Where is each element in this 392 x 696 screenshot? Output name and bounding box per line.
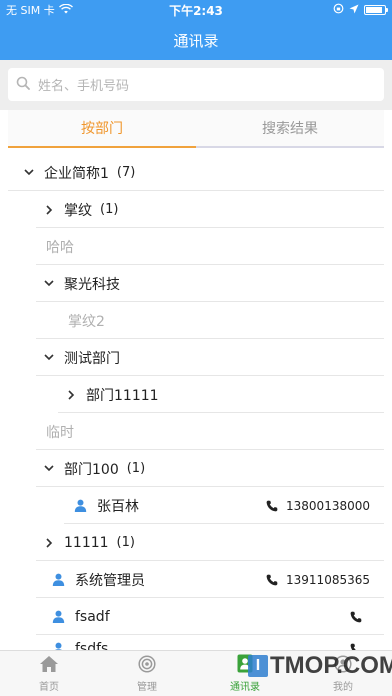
bottom-tab-label: 管理 [137, 681, 157, 693]
phone-icon [266, 500, 278, 511]
status-bar: 无 SIM 卡 下午2:43 [0, 0, 392, 20]
tree-item-label: 部门11111 [86, 387, 159, 404]
search-area: 姓名、手机号码 [0, 60, 392, 110]
status-left: 无 SIM 卡 [6, 2, 73, 18]
tab-search-results[interactable]: 搜索结果 [196, 110, 384, 148]
chevron-down-icon [42, 465, 56, 472]
tree-item-zhangwen2[interactable]: 掌纹2 [8, 302, 384, 339]
contact-name: fsdfs [75, 640, 109, 651]
person-icon [52, 573, 65, 586]
chevron-right-icon [42, 204, 56, 215]
contact-phone[interactable]: 13911085365 [266, 573, 370, 587]
tree-item-11111[interactable]: 11111 (1) [8, 524, 384, 561]
tree-item-label: 企业简称1 [44, 165, 109, 182]
tree-item-zhangwen[interactable]: 掌纹 (1) [8, 191, 384, 228]
contact-phone-number: 13800138000 [286, 498, 370, 513]
tree-item-test-dept[interactable]: 测试部门 [8, 339, 384, 376]
tree-item-label: 测试部门 [64, 350, 120, 367]
battery-icon [364, 5, 388, 15]
bottom-tab-manage[interactable]: 管理 [98, 651, 196, 696]
tree-item-label: 临时 [46, 424, 74, 441]
search-placeholder: 姓名、手机号码 [38, 79, 130, 94]
chevron-down-icon [42, 280, 56, 287]
chevron-down-icon [22, 169, 36, 176]
search-icon [16, 76, 38, 94]
contact-row-zhangbailin[interactable]: 张百林 13800138000 [8, 487, 384, 524]
location-icon [349, 4, 359, 17]
tree-item-count: (1) [116, 535, 135, 550]
tree-item-label: 部门100 [64, 461, 119, 478]
home-icon [39, 655, 59, 676]
tree-item-label: 哈哈 [46, 239, 74, 256]
tree-item-juguang[interactable]: 聚光科技 [8, 265, 384, 302]
person-icon [52, 610, 65, 623]
phone-icon [350, 643, 361, 650]
tree-item-count: (1) [100, 202, 119, 217]
tree-item-count: (1) [126, 461, 146, 476]
contact-row-admin[interactable]: 系统管理员 13911085365 [8, 561, 384, 598]
contact-name: fsadf [75, 608, 110, 625]
target-icon [138, 654, 156, 676]
watermark-text: TMOP.COM [270, 652, 392, 679]
chevron-right-icon [42, 537, 56, 548]
tree-item-label: 掌纹2 [68, 313, 105, 330]
tree-item-label: 11111 [64, 534, 109, 551]
bottom-tab-label: 首页 [39, 681, 59, 693]
watermark-logo: I TMOP.COM [248, 652, 392, 680]
tree-item-company[interactable]: 企业简称1 (7) [8, 154, 384, 191]
bottom-tab-home[interactable]: 首页 [0, 651, 98, 696]
tree-item-count: (7) [116, 165, 136, 180]
contact-row-fsdfs[interactable]: fsdfs [8, 630, 384, 650]
department-tree: 企业简称1 (7) 掌纹 (1) 哈哈 聚光科技 掌纹2 测试部门 部门1111… [8, 148, 384, 650]
search-input[interactable]: 姓名、手机号码 [8, 68, 384, 101]
page-title: 通讯录 [173, 31, 219, 50]
status-right [333, 3, 388, 17]
contact-phone-number: 13911085365 [286, 572, 370, 587]
chevron-down-icon [42, 354, 56, 361]
contact-phone[interactable]: 13800138000 [266, 499, 370, 513]
tree-item-temp[interactable]: 临时 [8, 413, 384, 450]
bottom-tab-label: 通讯录 [230, 682, 260, 693]
person-icon [74, 499, 87, 512]
contact-phone[interactable] [350, 643, 370, 650]
tree-item-dept11111[interactable]: 部门11111 [8, 376, 384, 413]
tab-bar: 按部门 搜索结果 [8, 110, 384, 148]
carrier-text: 无 SIM 卡 [6, 4, 55, 17]
tree-item-label: 掌纹 [64, 202, 92, 219]
wifi-icon [58, 3, 73, 17]
contact-name: 张百林 [97, 498, 139, 515]
tree-item-label: 聚光科技 [64, 276, 120, 293]
person-icon [52, 642, 65, 650]
tab-by-department[interactable]: 按部门 [8, 110, 196, 148]
tree-item-haha[interactable]: 哈哈 [8, 228, 384, 265]
tree-item-dept100[interactable]: 部门100 (1) [8, 450, 384, 487]
orientation-lock-icon [333, 3, 344, 17]
contact-phone[interactable] [350, 611, 370, 623]
phone-icon [350, 611, 362, 622]
nav-bar: 通讯录 [0, 20, 392, 60]
phone-icon [266, 574, 278, 585]
chevron-right-icon [64, 389, 78, 400]
watermark-badge: I [248, 655, 268, 677]
contact-name: 系统管理员 [75, 572, 145, 589]
